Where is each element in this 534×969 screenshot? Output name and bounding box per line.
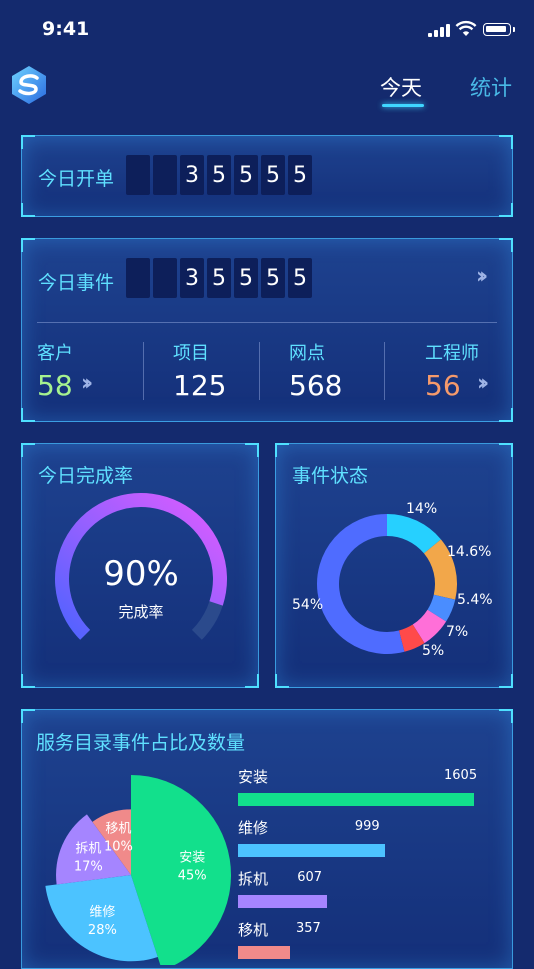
bar: [238, 844, 385, 857]
completion-panel: 今日完成率 90% 完成率: [21, 443, 259, 688]
bar-row: 安装 1605: [238, 766, 478, 806]
counter-digit: [126, 155, 150, 195]
divider: [37, 322, 497, 323]
engineers-arrow-icon[interactable]: ››: [477, 371, 489, 396]
completion-percent: 90%: [103, 554, 179, 594]
counter-digit: 3: [180, 155, 204, 195]
rose-slice-percent: 28%: [88, 923, 117, 938]
counter-digit: [126, 258, 150, 298]
stat-engineers-value: 56: [425, 369, 461, 402]
tab-today[interactable]: 今天: [380, 72, 424, 107]
service-catalog-panel: 服务目录事件占比及数量 安装 45% 维修 28% 拆机 17% 移机 10% 安装 1605…: [21, 709, 513, 969]
stat-customers-value: 58: [37, 369, 73, 402]
event-status-label: 54%: [292, 597, 324, 613]
status-time: 9:41: [42, 18, 90, 40]
bar: [238, 793, 474, 806]
bar-value: 607: [297, 870, 323, 885]
rose-slice-percent: 45%: [178, 868, 207, 883]
counter-digit: 5: [261, 258, 285, 298]
donut-segment: [398, 624, 425, 652]
divider: [143, 342, 144, 400]
battery-icon: [483, 23, 511, 36]
event-status-label: 5.4%: [457, 592, 493, 608]
stat-outlets-label: 网点: [289, 343, 325, 364]
status-bar: 9:41: [0, 0, 534, 56]
bar-label: 移机: [238, 921, 269, 939]
tab-today-label: 今天: [380, 76, 422, 100]
service-catalog-title: 服务目录事件占比及数量: [36, 732, 246, 754]
rose-slice-label: 维修: [89, 905, 115, 920]
donut-segment: [412, 609, 447, 644]
bar-label: 拆机: [238, 870, 269, 888]
tab-statistics-label: 统计: [470, 76, 512, 100]
counter-digit: 5: [207, 155, 231, 195]
counter-digit: 5: [261, 155, 285, 195]
bar: [238, 946, 291, 959]
divider: [259, 342, 260, 400]
stat-projects[interactable]: 项目 125: [173, 339, 226, 402]
bar-label: 安装: [238, 768, 269, 786]
event-status-label: 14.6%: [447, 544, 492, 560]
tab-active-indicator: [382, 104, 424, 107]
event-status-label: 14%: [406, 501, 438, 517]
donut-segment: [427, 594, 456, 622]
stat-projects-label: 项目: [173, 343, 209, 364]
app-header: 今天 统计: [0, 56, 534, 112]
donut-segment: [423, 539, 457, 600]
event-status-label: 5%: [422, 643, 445, 659]
counter-digit: [153, 155, 177, 195]
bar-value: 1605: [444, 768, 478, 783]
stat-customers[interactable]: 客户 58: [37, 339, 73, 402]
counter-digit: 5: [234, 258, 258, 298]
customers-arrow-icon[interactable]: ››: [81, 371, 93, 396]
event-status-label: 7%: [446, 624, 469, 640]
rose-slice-percent: 17%: [74, 860, 103, 875]
donut-segment: [386, 514, 441, 554]
bar-row: 拆机 607: [238, 868, 474, 908]
events-today-counter: 3 5 5 5 5: [126, 258, 312, 298]
rose-slice-label: 移机: [105, 821, 131, 836]
donut-segment: [317, 514, 405, 654]
bar-row: 移机 357: [238, 919, 474, 959]
divider: [384, 342, 385, 400]
stat-outlets[interactable]: 网点 568: [289, 339, 342, 402]
bar-row: 维修 999: [238, 817, 474, 857]
orders-today-panel: 今日开单 3 5 5 5 5: [21, 135, 513, 217]
events-detail-arrow-icon[interactable]: ››: [476, 264, 488, 289]
stat-projects-value: 125: [173, 369, 227, 402]
event-status-donut-chart: [317, 514, 457, 654]
orders-today-title: 今日开单: [38, 168, 115, 190]
counter-digit: 5: [288, 155, 312, 195]
bar: [238, 895, 328, 908]
counter-digit: 5: [234, 155, 258, 195]
bar-value: 357: [296, 921, 321, 936]
rose-slice-percent: 10%: [104, 839, 133, 854]
counter-digit: 5: [207, 258, 231, 298]
orders-today-counter: 3 5 5 5 5: [126, 155, 312, 195]
counter-digit: [153, 258, 177, 298]
wifi-icon: [455, 20, 477, 36]
stat-engineers-label: 工程师: [425, 343, 479, 364]
stat-customers-label: 客户: [37, 343, 73, 364]
events-today-title: 今日事件: [38, 272, 115, 294]
tab-statistics[interactable]: 统计: [470, 72, 512, 102]
events-today-panel: 今日事件 3 5 5 5 5 ›› 客户 58 ›› 项目 125 网点 568…: [21, 238, 513, 422]
service-catalog-rose-chart: 安装 45% 维修 28% 拆机 17% 移机 10%: [45, 775, 231, 965]
stat-outlets-value: 568: [289, 369, 343, 402]
rose-slice-label: 拆机: [75, 842, 101, 857]
counter-digit: 5: [288, 258, 312, 298]
cellular-signal-icon: [428, 24, 450, 37]
stat-engineers[interactable]: 工程师 56: [425, 339, 479, 402]
counter-digit: 3: [180, 258, 204, 298]
completion-caption: 完成率: [118, 603, 164, 621]
rose-slice-label: 安装: [179, 850, 205, 865]
event-status-panel: 事件状态 14% 14.6% 5.4% 7% 5% 54%: [275, 443, 513, 688]
bar-value: 999: [354, 819, 380, 834]
app-logo: [12, 66, 46, 104]
